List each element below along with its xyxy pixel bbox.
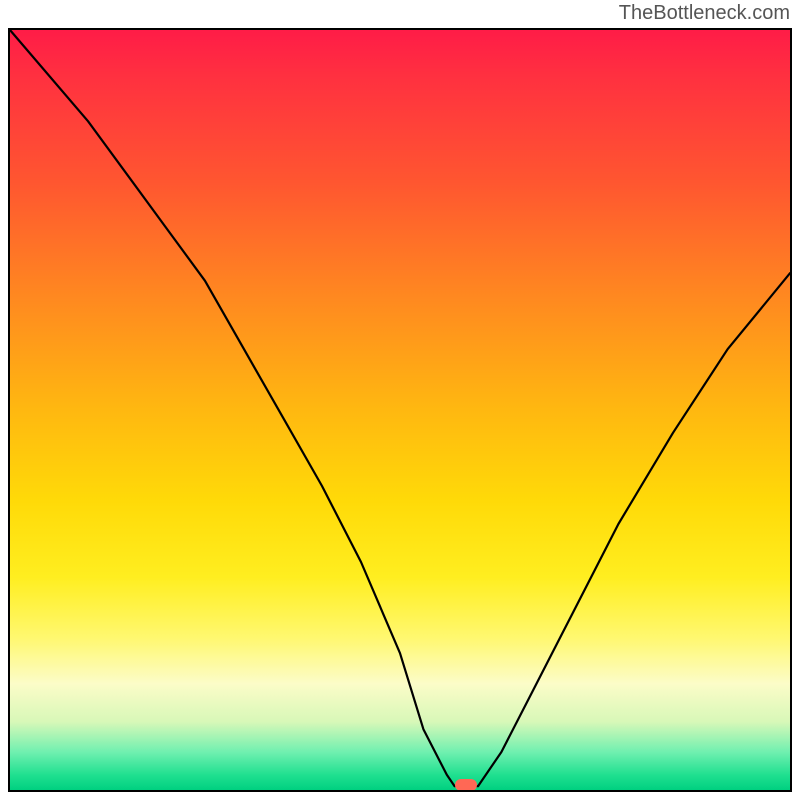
curve-svg (10, 30, 790, 790)
plot-area (8, 28, 792, 792)
chart-container: TheBottleneck.com (0, 0, 800, 800)
optimal-point-marker (455, 779, 477, 791)
watermark-text: TheBottleneck.com (619, 2, 790, 25)
bottleneck-curve (10, 30, 790, 786)
